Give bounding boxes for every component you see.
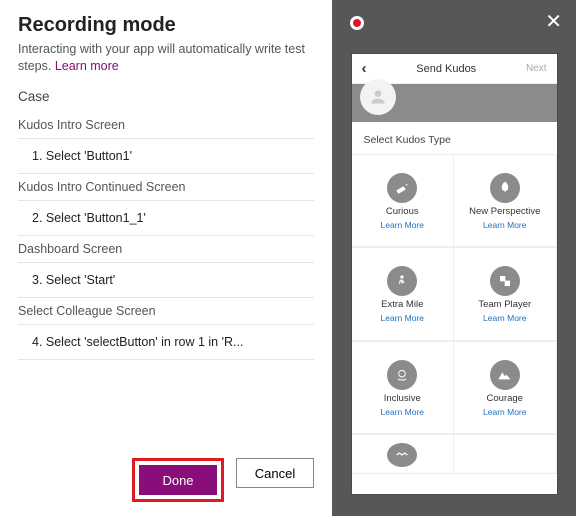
learn-more-link[interactable]: Learn More [483,313,526,323]
kudos-new-perspective[interactable]: New Perspective Learn More [454,154,557,247]
panel-title: Recording mode [18,14,314,37]
section-title: Kudos Intro Screen [18,112,314,139]
kudos-label: Courage [487,393,523,404]
close-icon[interactable]: ✕ [545,12,562,32]
person-icon [368,87,388,107]
step-row[interactable]: 1. Select 'Button1' [18,139,314,174]
kudos-label: Inclusive [384,393,421,404]
panel-subtitle: Interacting with your app will automatic… [18,41,314,75]
case-label: Case [18,89,314,104]
handshake-icon [387,443,417,467]
hiker-icon [387,266,417,296]
section-title: Select Colleague Screen [18,298,314,325]
kudos-label: Team Player [478,299,531,310]
learn-more-link[interactable]: Learn More [483,220,526,230]
mountain-icon [490,360,520,390]
done-button[interactable]: Done [139,465,217,495]
kudos-curious[interactable]: Curious Learn More [352,154,455,247]
record-icon[interactable] [350,16,364,30]
select-kudos-label: Select Kudos Type [352,122,557,154]
kudos-inclusive[interactable]: Inclusive Learn More [352,341,455,434]
kudos-extra-mile[interactable]: Extra Mile Learn More [352,247,455,340]
cancel-button[interactable]: Cancel [236,458,314,488]
section-title: Dashboard Screen [18,236,314,263]
globe-hand-icon [387,360,417,390]
kudos-label: Curious [386,206,419,217]
step-row[interactable]: 3. Select 'Start' [18,263,314,298]
rocket-icon [490,173,520,203]
section-title: Kudos Intro Continued Screen [18,174,314,201]
telescope-icon [387,173,417,203]
step-row[interactable]: 4. Select 'selectButton' in row 1 in 'R.… [18,325,314,360]
learn-more-link[interactable]: Learn More [381,313,424,323]
kudos-partial[interactable] [352,434,455,474]
steps-list: Kudos Intro Screen 1. Select 'Button1' K… [18,112,314,444]
avatar [360,79,396,115]
learn-more-link[interactable]: Learn more [55,59,119,73]
learn-more-link[interactable]: Learn More [483,407,526,417]
recording-panel: Recording mode Interacting with your app… [0,0,332,516]
phone-title: Send Kudos [367,63,526,75]
preview-area: ✕ ‹ Send Kudos Next Select Kudos Type Cu… [332,0,576,516]
avatar-band [352,84,557,122]
panel-footer: Done Cancel [18,444,314,502]
learn-more-link[interactable]: Learn More [381,220,424,230]
step-row[interactable]: 2. Select 'Button1_1' [18,201,314,236]
kudos-grid: Curious Learn More New Perspective Learn… [352,154,557,494]
kudos-team-player[interactable]: Team Player Learn More [454,247,557,340]
learn-more-link[interactable]: Learn More [381,407,424,417]
puzzle-icon [490,266,520,296]
next-button[interactable]: Next [526,63,547,74]
kudos-label: Extra Mile [381,299,423,310]
kudos-courage[interactable]: Courage Learn More [454,341,557,434]
phone-preview: ‹ Send Kudos Next Select Kudos Type Curi… [352,54,557,494]
highlight-box: Done [132,458,224,502]
kudos-partial[interactable] [454,434,557,474]
kudos-label: New Perspective [469,206,540,217]
